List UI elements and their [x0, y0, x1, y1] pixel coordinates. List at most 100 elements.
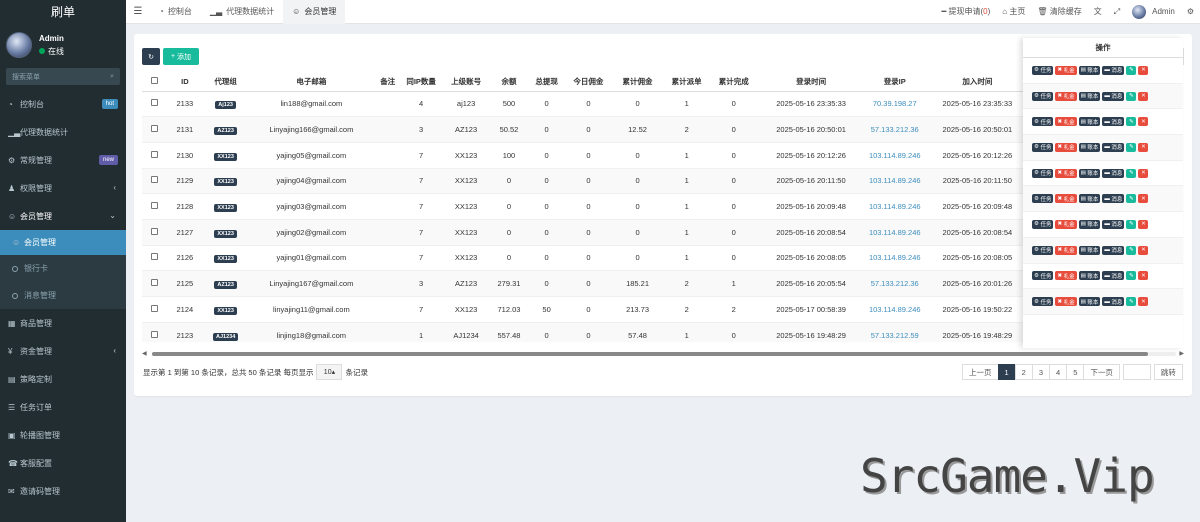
login-ip-link[interactable]: 103.114.89.246: [869, 228, 921, 237]
column-header[interactable]: 上级账号: [441, 72, 492, 92]
delete-button[interactable]: ✕: [1138, 194, 1149, 204]
edit-button[interactable]: ✎: [1126, 219, 1137, 229]
row-checkbox-cell[interactable]: [142, 245, 168, 272]
ledger-button[interactable]: ▤ 账本: [1078, 142, 1101, 152]
login-ip-link[interactable]: 57.133.212.59: [871, 331, 919, 340]
sidebar-item-4-menu2[interactable]: ▣ 轮播图管理: [0, 421, 126, 449]
delete-button[interactable]: ✕: [1138, 91, 1149, 101]
delete-button[interactable]: ✕: [1138, 297, 1149, 307]
checkbox-icon[interactable]: [151, 76, 159, 84]
edit-button[interactable]: ✎: [1126, 297, 1137, 307]
column-header[interactable]: 登录IP: [863, 72, 927, 92]
sidebar-item-6-menu2[interactable]: ✉ 邀请码管理: [0, 477, 126, 505]
prev-page-button[interactable]: 上一页: [962, 364, 999, 380]
row-checkbox-cell[interactable]: [142, 270, 168, 297]
sidebar-item-4-menu[interactable]: ☺ 会员管理 ⌄: [0, 202, 126, 230]
message-button[interactable]: ▬ 消息: [1102, 168, 1125, 178]
task-button[interactable]: ⚙ 任务: [1032, 219, 1054, 229]
message-button[interactable]: ▬ 消息: [1102, 297, 1125, 307]
column-header[interactable]: 今日佣金: [566, 72, 611, 92]
column-header[interactable]: 代理组: [202, 72, 249, 92]
add-button[interactable]: + 添加: [163, 48, 199, 65]
login-ip-link[interactable]: 103.114.89.246: [869, 305, 921, 314]
sidebar-item-0-menu[interactable]: ◔ 控制台 hot: [0, 90, 126, 118]
gift-button[interactable]: ✖ 礼金: [1055, 117, 1077, 127]
ledger-button[interactable]: ▤ 账本: [1078, 271, 1101, 281]
column-header[interactable]: 累计完成: [708, 72, 759, 92]
delete-button[interactable]: ✕: [1138, 168, 1149, 178]
task-button[interactable]: ⚙ 任务: [1032, 65, 1054, 75]
horizontal-scrollbar[interactable]: ◀ ▶: [142, 351, 1184, 357]
login-ip-link[interactable]: 103.114.89.246: [869, 202, 921, 211]
row-checkbox-cell[interactable]: [142, 142, 168, 169]
sidebar-item-3-menu[interactable]: ♟ 权限管理 ‹: [0, 174, 126, 202]
tab-2[interactable]: ☺ 会员管理: [283, 0, 346, 24]
task-button[interactable]: ⚙ 任务: [1032, 194, 1054, 204]
row-checkbox-cell[interactable]: [142, 322, 168, 342]
jump-page-input[interactable]: [1122, 364, 1151, 380]
ledger-button[interactable]: ▤ 账本: [1078, 245, 1101, 255]
delete-button[interactable]: ✕: [1138, 142, 1149, 152]
ledger-button[interactable]: ▤ 账本: [1078, 194, 1101, 204]
tab-1[interactable]: ▁▃ 代理数据统计: [201, 0, 283, 24]
select-all-checkbox[interactable]: [142, 72, 168, 92]
column-header[interactable]: 登录时间: [758, 72, 864, 92]
login-ip-link[interactable]: 103.114.89.246: [869, 151, 921, 160]
message-button[interactable]: ▬ 消息: [1102, 245, 1125, 255]
delete-button[interactable]: ✕: [1138, 117, 1149, 127]
menu-search-input[interactable]: 搜索菜单 ⌕: [6, 68, 120, 85]
gift-button[interactable]: ✖ 礼金: [1055, 194, 1077, 204]
gift-button[interactable]: ✖ 礼金: [1055, 91, 1077, 101]
task-button[interactable]: ⚙ 任务: [1032, 245, 1054, 255]
row-checkbox[interactable]: [151, 202, 159, 210]
message-button[interactable]: ▬ 消息: [1102, 219, 1125, 229]
delete-button[interactable]: ✕: [1138, 245, 1149, 255]
edit-button[interactable]: ✎: [1126, 65, 1137, 75]
row-checkbox-cell[interactable]: [142, 296, 168, 323]
column-header[interactable]: 加入时间: [926, 72, 1029, 92]
task-button[interactable]: ⚙ 任务: [1032, 91, 1054, 101]
gift-button[interactable]: ✖ 礼金: [1055, 271, 1077, 281]
gift-button[interactable]: ✖ 礼金: [1055, 245, 1077, 255]
task-button[interactable]: ⚙ 任务: [1032, 117, 1054, 127]
scrollbar-thumb[interactable]: [152, 352, 1148, 356]
column-header[interactable]: 备注: [374, 72, 402, 92]
scroll-right-icon[interactable]: ▶: [1179, 350, 1184, 357]
column-header[interactable]: ID: [167, 72, 203, 92]
row-checkbox-cell[interactable]: [142, 168, 168, 195]
delete-button[interactable]: ✕: [1138, 65, 1149, 75]
submenu-item-1[interactable]: 银行卡: [0, 255, 126, 282]
settings-gear-icon[interactable]: ⚙: [1181, 7, 1200, 16]
clear-cache-button[interactable]: 🗑 清除缓存: [1031, 6, 1087, 17]
next-page-button[interactable]: 下一页: [1083, 364, 1120, 380]
page-4-button[interactable]: 4: [1049, 364, 1068, 380]
row-checkbox[interactable]: [151, 125, 159, 133]
message-button[interactable]: ▬ 消息: [1102, 194, 1125, 204]
gift-button[interactable]: ✖ 礼金: [1055, 297, 1077, 307]
sidebar-toggle-icon[interactable]: ☰: [126, 6, 150, 17]
gift-button[interactable]: ✖ 礼金: [1055, 219, 1077, 229]
column-header[interactable]: 累计派单: [664, 72, 709, 92]
login-ip-link[interactable]: 57.133.212.36: [871, 125, 919, 134]
task-button[interactable]: ⚙ 任务: [1032, 168, 1054, 178]
gift-button[interactable]: ✖ 礼金: [1055, 168, 1077, 178]
edit-button[interactable]: ✎: [1126, 91, 1137, 101]
edit-button[interactable]: ✎: [1126, 194, 1137, 204]
sidebar-item-1-menu2[interactable]: ¥ 资金管理 ‹: [0, 337, 126, 365]
page-3-button[interactable]: 3: [1031, 364, 1051, 380]
home-link[interactable]: ⌂ 主页: [996, 6, 1031, 17]
admin-user-menu[interactable]: Admin: [1126, 4, 1181, 19]
row-checkbox[interactable]: [151, 330, 159, 338]
jump-button[interactable]: 跳转: [1153, 364, 1183, 380]
sidebar-item-1-menu[interactable]: ▁▃ 代理数据统计: [0, 118, 126, 146]
sidebar-item-0-menu2[interactable]: ▦ 商品管理: [0, 309, 126, 337]
ledger-button[interactable]: ▤ 账本: [1078, 168, 1101, 178]
column-header[interactable]: 电子邮箱: [248, 72, 375, 92]
task-button[interactable]: ⚙ 任务: [1032, 297, 1054, 307]
row-checkbox[interactable]: [151, 227, 159, 235]
sidebar-item-2-menu[interactable]: ⚙ 常规管理 new: [0, 146, 126, 174]
column-header[interactable]: 余额: [491, 72, 527, 92]
delete-button[interactable]: ✕: [1138, 271, 1149, 281]
task-button[interactable]: ⚙ 任务: [1032, 271, 1054, 281]
row-checkbox-cell[interactable]: [142, 116, 168, 143]
